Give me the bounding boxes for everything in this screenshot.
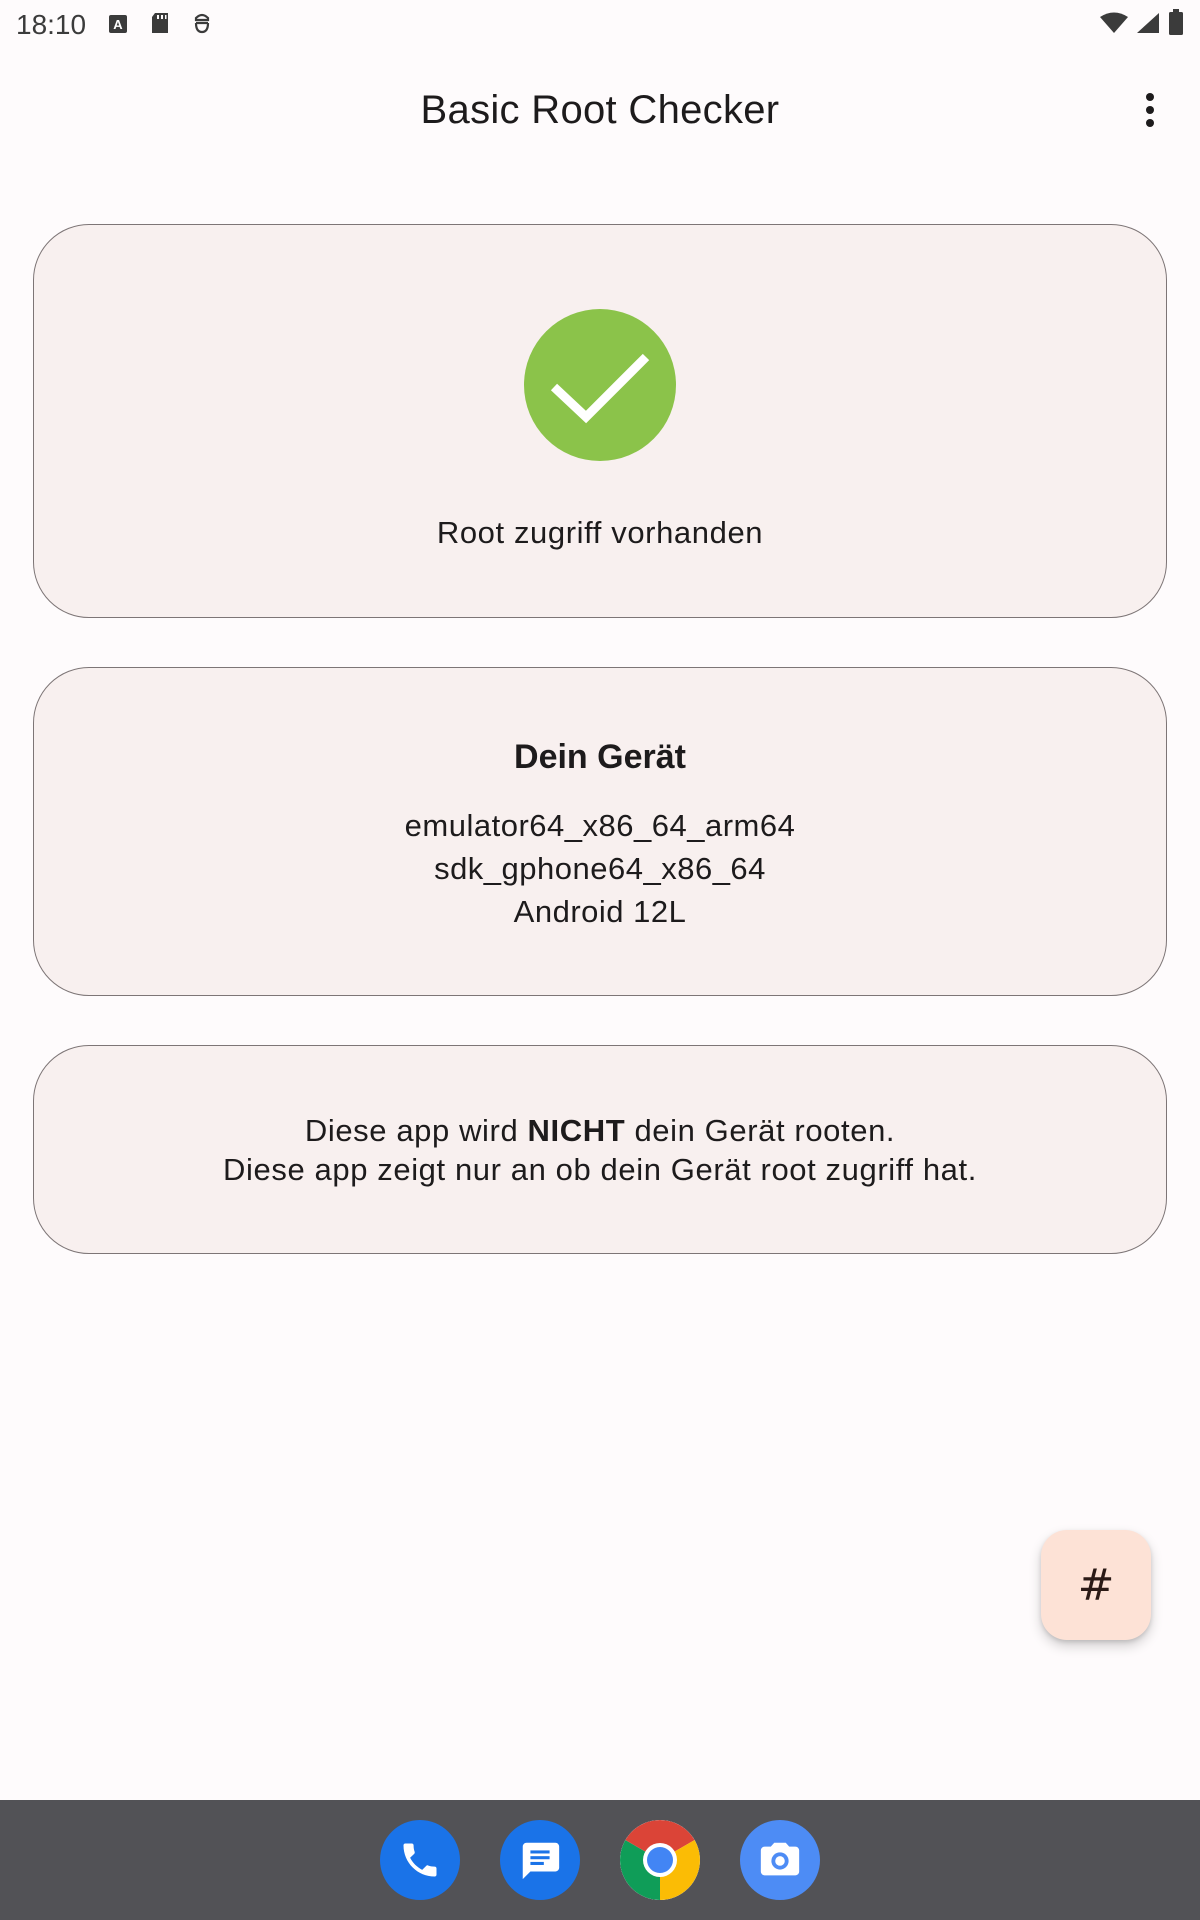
wifi-icon — [1100, 9, 1128, 41]
root-status-text: Root zugriff vorhanden — [436, 515, 764, 550]
more-options-button[interactable] — [1126, 86, 1174, 134]
phone-app-button[interactable] — [380, 1820, 460, 1900]
status-time: 18:10 — [16, 9, 87, 40]
disclaimer-card: Diese app wird NICHT dein Gerät rooten. … — [33, 1045, 1167, 1254]
disclaimer-line-2: Diese app zeigt nur an ob dein Gerät roo… — [223, 1152, 977, 1187]
disclaimer-emphasis: NICHT — [527, 1113, 626, 1148]
messages-app-button[interactable] — [500, 1820, 580, 1900]
status-bar: 18:10 A — [0, 0, 1200, 50]
debug-icon — [192, 9, 212, 41]
screen: 18:10 A Basic Root Checker Root zugriff … — [0, 0, 1200, 1920]
camera-icon — [760, 1842, 800, 1876]
disclaimer-text: Diese app wird NICHT dein Gerät rooten. … — [34, 1111, 1166, 1189]
sd-card-icon — [150, 9, 170, 41]
device-model: emulator64_x86_64_arm64 — [404, 808, 796, 843]
chrome-icon — [620, 1820, 700, 1900]
camera-app-button[interactable] — [740, 1820, 820, 1900]
phone-icon — [403, 1843, 437, 1877]
device-info-list: emulator64_x86_64_arm64 sdk_gphone64_x86… — [34, 804, 1166, 933]
svg-text:A: A — [113, 17, 123, 32]
hash-fab-button[interactable]: # — [1041, 1530, 1151, 1640]
chrome-app-button[interactable] — [620, 1820, 700, 1900]
android-version: Android 12L — [513, 894, 687, 929]
disclaimer-line-1-end: dein Gerät rooten. — [625, 1113, 896, 1148]
app-dock — [0, 1800, 1200, 1920]
hash-icon: # — [1077, 1559, 1115, 1611]
device-product: sdk_gphone64_x86_64 — [434, 851, 766, 886]
top-app-bar: Basic Root Checker — [0, 60, 1200, 160]
cell-signal-icon — [1136, 9, 1160, 41]
check-circle-icon — [524, 309, 676, 461]
root-status-card: Root zugriff vorhanden — [33, 224, 1167, 618]
battery-icon — [1168, 8, 1184, 42]
disclaimer-line-1: Diese app wird NICHT dein Gerät rooten. — [34, 1111, 1166, 1150]
device-card: Dein Gerät emulator64_x86_64_arm64 sdk_g… — [33, 667, 1167, 996]
more-vert-icon — [1146, 93, 1154, 127]
app-title: Basic Root Checker — [420, 87, 780, 132]
disclaimer-line-1-start: Diese app wird — [304, 1113, 528, 1148]
messages-icon — [522, 1842, 560, 1880]
device-title: Dein Gerät — [514, 738, 686, 776]
keyboard-a-icon: A — [108, 9, 128, 41]
